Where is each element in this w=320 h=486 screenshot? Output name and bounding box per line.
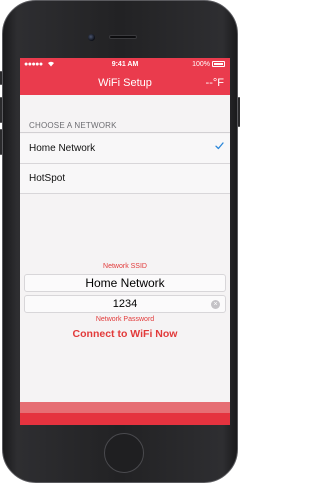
network-section-header: CHOOSE A NETWORK — [20, 116, 230, 133]
checkmark-icon — [215, 142, 224, 153]
temperature-readout[interactable]: --°F — [206, 77, 224, 89]
ssid-field[interactable]: Home Network — [24, 274, 226, 292]
ssid-caption: Network SSID — [103, 263, 147, 270]
power-button — [238, 97, 240, 127]
footer-bar-light — [20, 402, 230, 413]
network-list: Home Network HotSpot — [20, 134, 230, 194]
password-field[interactable]: 1234 × — [24, 295, 226, 313]
password-value: 1234 — [112, 298, 138, 310]
front-camera — [88, 34, 95, 41]
battery-percent: 100% — [192, 61, 210, 68]
page-title: WiFi Setup — [98, 77, 152, 89]
mute-switch — [0, 71, 2, 85]
section-header-label: CHOOSE A NETWORK — [29, 121, 117, 130]
home-button[interactable] — [104, 433, 144, 473]
battery-icon — [212, 61, 225, 67]
connect-button[interactable]: Connect to WiFi Now — [20, 328, 230, 340]
volume-down-button — [0, 129, 2, 155]
volume-up-button — [0, 97, 2, 123]
status-bar: ●●●●● 9:41 AM 100% — [20, 58, 230, 71]
clear-icon[interactable]: × — [211, 300, 220, 309]
password-caption: Network Password — [95, 316, 155, 323]
network-name: Home Network — [29, 143, 96, 154]
network-name: HotSpot — [29, 173, 66, 184]
nav-bar: WiFi Setup --°F — [20, 71, 230, 95]
app-screen: ●●●●● 9:41 AM 100% WiFi Setup --°F CHOOS… — [20, 58, 230, 425]
network-row-home-network[interactable]: Home Network — [20, 134, 230, 164]
footer-bar-dark — [20, 413, 230, 425]
earpiece-speaker — [109, 35, 137, 39]
network-row-hotspot[interactable]: HotSpot — [20, 164, 230, 194]
